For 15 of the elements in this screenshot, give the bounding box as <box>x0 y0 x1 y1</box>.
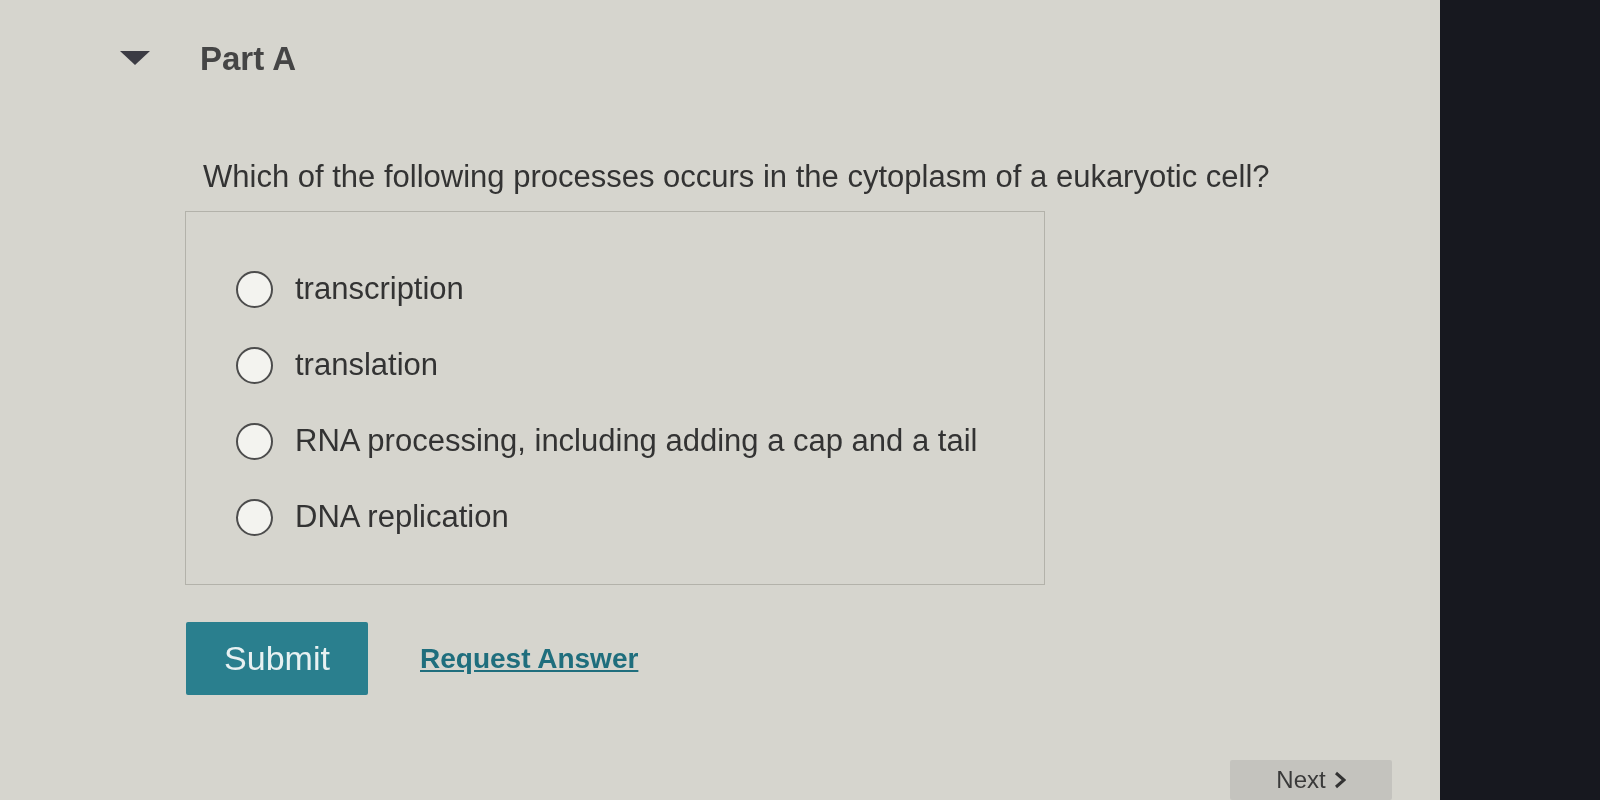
collapse-triangle-icon[interactable] <box>120 51 150 65</box>
part-title: Part A <box>200 41 296 75</box>
radio-button[interactable] <box>236 346 273 384</box>
option-label: transcription <box>295 270 464 308</box>
radio-button[interactable] <box>236 498 273 536</box>
option-label: RNA processing, including adding a cap and a tail <box>295 422 978 460</box>
next-button[interactable]: Next <box>1230 760 1392 800</box>
submit-button[interactable]: Submit <box>186 622 368 695</box>
radio-button[interactable] <box>236 270 273 308</box>
question-text: Which of the following processes occurs in the cytoplasm of a eukaryotic cell? <box>203 158 1270 196</box>
option-label: translation <box>295 346 439 384</box>
option-label: DNA replication <box>295 498 509 536</box>
request-answer-link[interactable]: Request Answer <box>420 637 639 680</box>
radio-button[interactable] <box>236 422 273 460</box>
chevron-right-icon <box>1333 771 1346 789</box>
